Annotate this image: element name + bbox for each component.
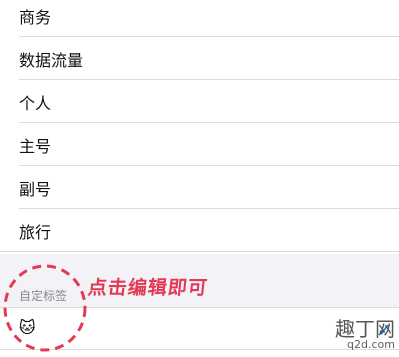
custom-label-value: 🐱	[19, 318, 36, 337]
watermark-main: 趣丁网	[335, 317, 395, 341]
list-item-secondary[interactable]: 副号	[0, 166, 399, 209]
list-item-label: 个人	[19, 93, 52, 113]
list-item-travel[interactable]: 旅行	[0, 209, 399, 252]
annotation-text: 点击编辑即可	[86, 277, 210, 299]
list-item-primary[interactable]: 主号	[0, 123, 399, 166]
list-item-business[interactable]: 商务	[0, 0, 399, 37]
list-item-personal[interactable]: 个人	[0, 80, 399, 123]
list-item-label: 商务	[19, 7, 52, 27]
list-item-label: 数据流量	[19, 50, 84, 70]
list-item-label: 副号	[19, 179, 52, 199]
list-item-cellular-data[interactable]: 数据流量	[0, 37, 399, 80]
label-list: 商务 数据流量 个人 主号 副号 旅行	[0, 0, 399, 252]
list-item-label: 旅行	[19, 222, 52, 242]
watermark: 趣丁网 q2d.com	[335, 319, 395, 350]
section-header-title: 自定标签	[19, 289, 68, 303]
list-item-label: 主号	[19, 136, 52, 156]
